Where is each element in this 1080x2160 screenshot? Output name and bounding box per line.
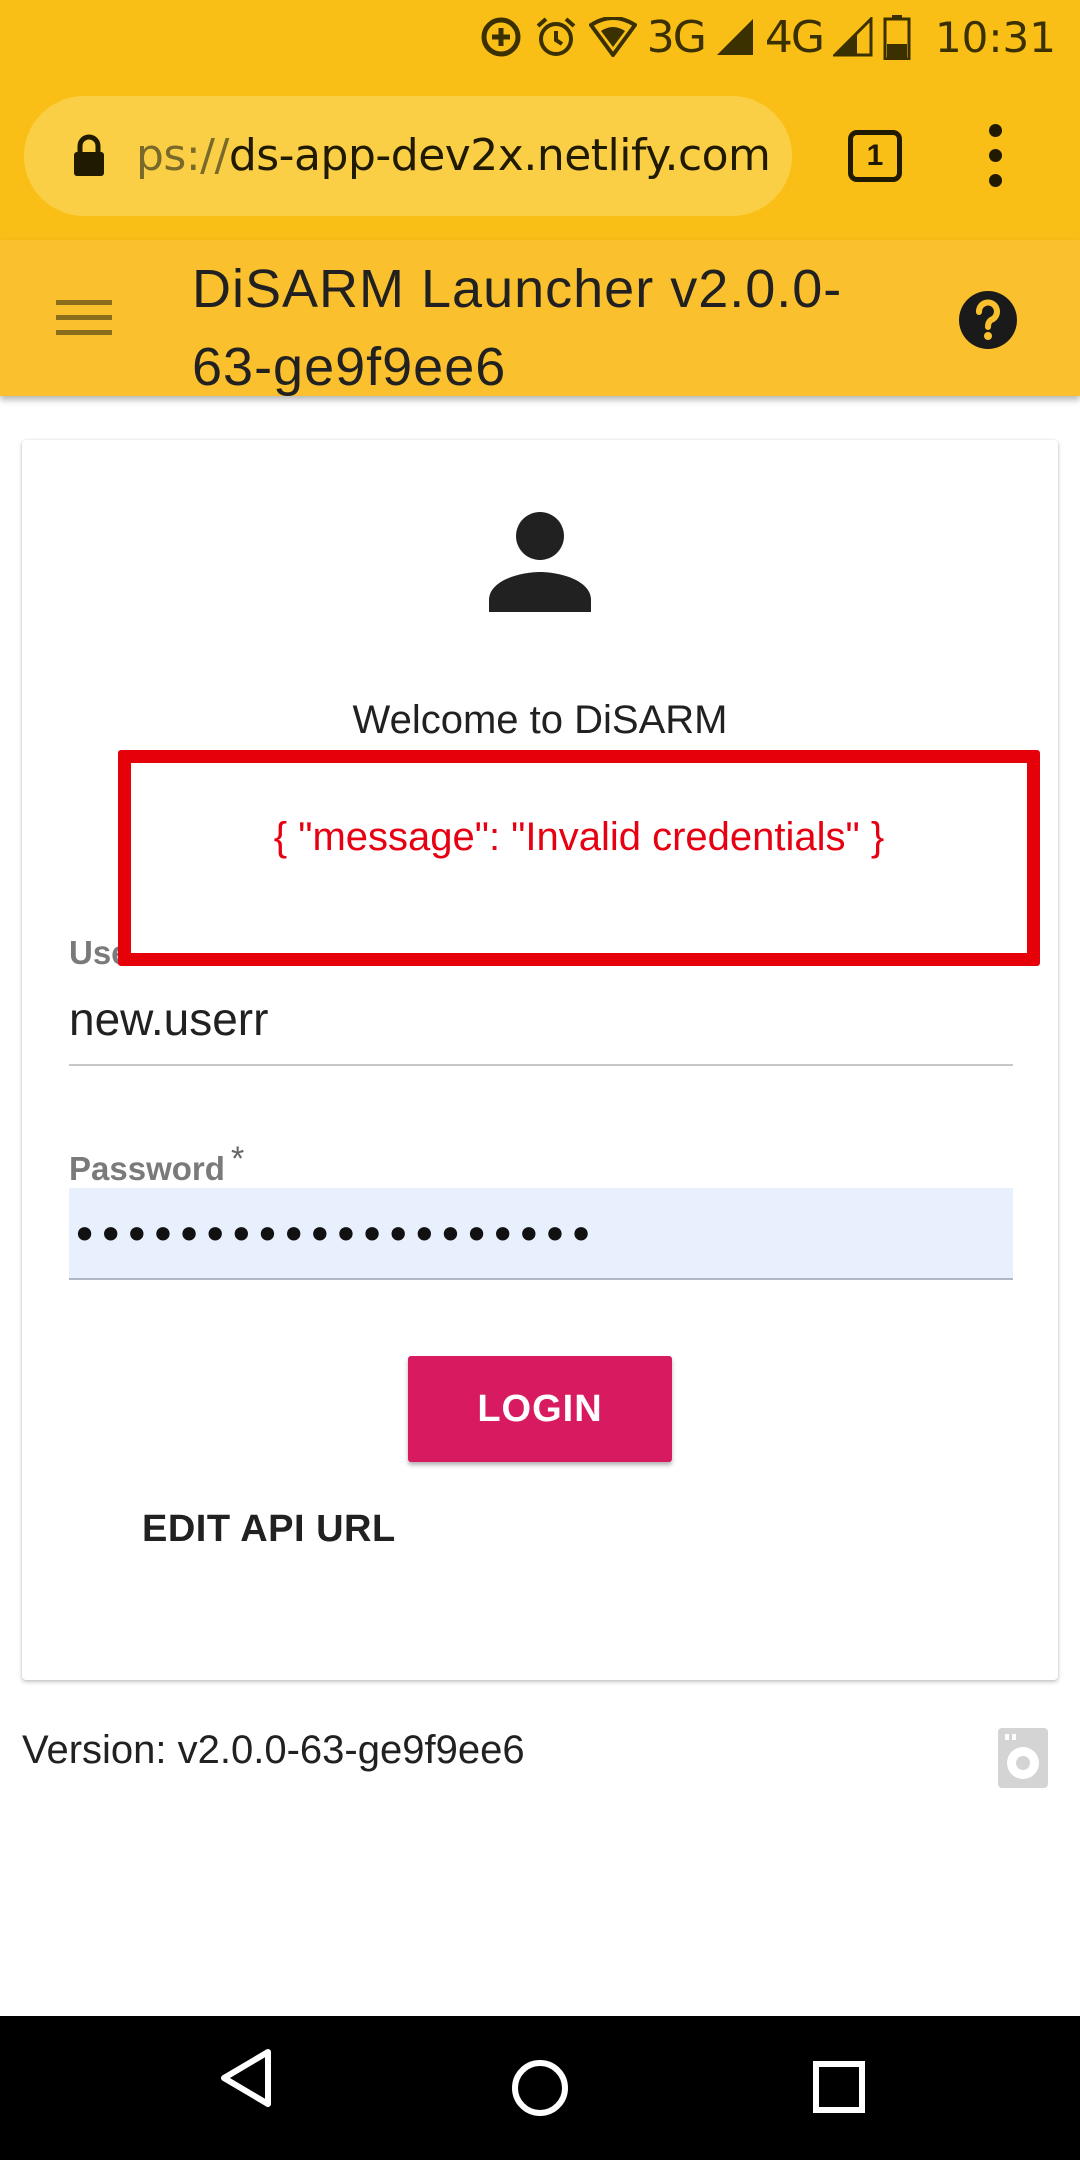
username-underline — [69, 1064, 1013, 1066]
wifi-icon — [588, 17, 637, 57]
username-field[interactable]: new.userr — [69, 992, 268, 1046]
menu-line — [56, 315, 112, 320]
status-bar: 3G 4G 10:31 — [0, 0, 1080, 74]
lock-icon — [74, 134, 104, 176]
password-label: Password — [69, 1150, 225, 1187]
person-icon — [489, 512, 591, 612]
password-field[interactable]: •••••••••••••••••••• — [69, 1188, 1013, 1280]
tab-count: 1 — [866, 139, 884, 172]
data-saver-icon — [481, 17, 521, 57]
signal-3g-icon — [716, 19, 753, 55]
menu-dot — [989, 174, 1002, 187]
menu-line — [56, 300, 112, 305]
url-host: ds-app-dev2x.netlify.com — [228, 130, 771, 181]
app-bar: DiSARM Launcher v2.0.0-63-ge9f9ee6 — [0, 240, 1080, 397]
menu-icon[interactable] — [56, 300, 112, 336]
app-title: DiSARM Launcher v2.0.0-63-ge9f9ee6 — [192, 259, 843, 397]
offline-storage-icon[interactable] — [998, 1728, 1048, 1788]
network-3g-label: 3G — [646, 11, 707, 63]
home-icon[interactable] — [510, 2058, 570, 2118]
status-clock: 10:31 — [934, 12, 1056, 62]
more-vert-icon[interactable] — [980, 124, 1012, 188]
login-button[interactable]: LOGIN — [408, 1356, 672, 1462]
menu-dot — [989, 124, 1002, 137]
alarm-icon — [536, 17, 576, 56]
browser-toolbar: ps://ds-app-dev2x.netlify.com 1 — [0, 74, 1080, 240]
error-message: { "message": "Invalid credentials" } — [273, 815, 885, 859]
edit-api-url-button[interactable]: EDIT API URL — [142, 1508, 396, 1551]
tabs-button[interactable]: 1 — [848, 130, 902, 182]
password-required-mark: * — [231, 1140, 245, 1178]
welcome-text: Welcome to DiSARM — [352, 698, 728, 742]
network-4g-label: 4G — [764, 11, 825, 63]
login-card: Welcome to DiSARM { "message": "Invalid … — [22, 440, 1058, 1680]
password-value: •••••••••••••••••••• — [71, 1208, 595, 1262]
battery-icon — [883, 15, 911, 60]
signal-4g-icon — [832, 17, 873, 57]
status-icons: 3G 4G 10:31 — [479, 0, 1056, 74]
menu-line — [56, 330, 112, 335]
url-text[interactable]: ps://ds-app-dev2x.netlify.com — [136, 96, 771, 216]
error-message-box: { "message": "Invalid credentials" } — [118, 750, 1040, 966]
help-icon[interactable] — [958, 290, 1018, 350]
version-text: Version: v2.0.0-63-ge9f9ee6 — [22, 1728, 525, 1772]
recents-icon[interactable] — [812, 2060, 866, 2114]
url-scheme: ps:// — [136, 130, 229, 181]
url-bar[interactable]: ps://ds-app-dev2x.netlify.com — [24, 96, 792, 216]
menu-dot — [989, 149, 1002, 162]
back-icon[interactable] — [218, 2046, 274, 2110]
